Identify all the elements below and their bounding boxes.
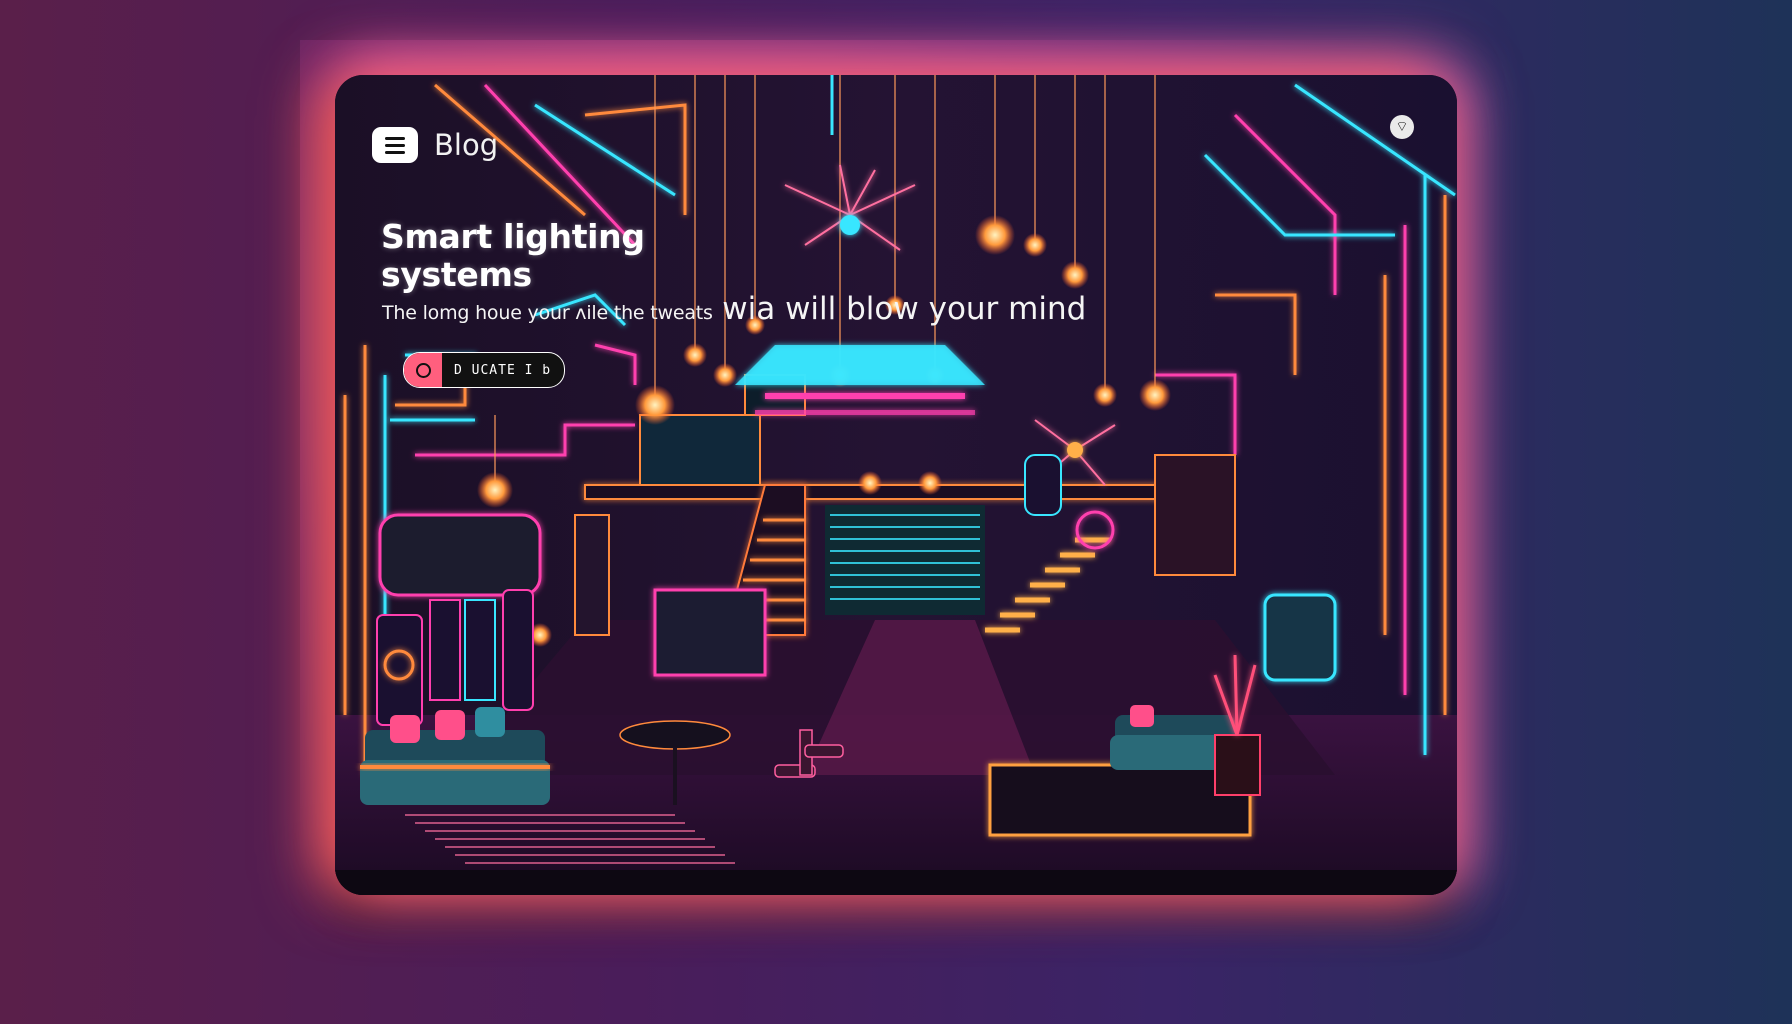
cta-button[interactable]: D UCATE I b bbox=[403, 352, 565, 388]
cta-label: D UCATE I b bbox=[454, 362, 552, 378]
header: Blog bbox=[372, 127, 498, 163]
wifi-icon[interactable]: ⌔ bbox=[1390, 115, 1414, 139]
page-subtitle: The lomg houe your ʌile the tweats wia w… bbox=[382, 290, 1262, 332]
hamburger-menu-icon[interactable] bbox=[372, 127, 418, 163]
record-icon bbox=[404, 353, 442, 387]
subtitle-big: wia will blow your mind bbox=[722, 291, 1087, 327]
page-title: Smart lighting systems bbox=[381, 218, 701, 294]
brand-label: Blog bbox=[434, 128, 499, 162]
subtitle-small: The lomg houe your ʌile the tweats bbox=[382, 302, 713, 324]
title-line-2: systems bbox=[381, 255, 532, 294]
neon-interior-illustration bbox=[335, 75, 1457, 895]
device-screen: Blog ⌔ Smart lighting systems The lomg h… bbox=[335, 75, 1457, 895]
title-line-1: Smart lighting bbox=[381, 217, 645, 256]
